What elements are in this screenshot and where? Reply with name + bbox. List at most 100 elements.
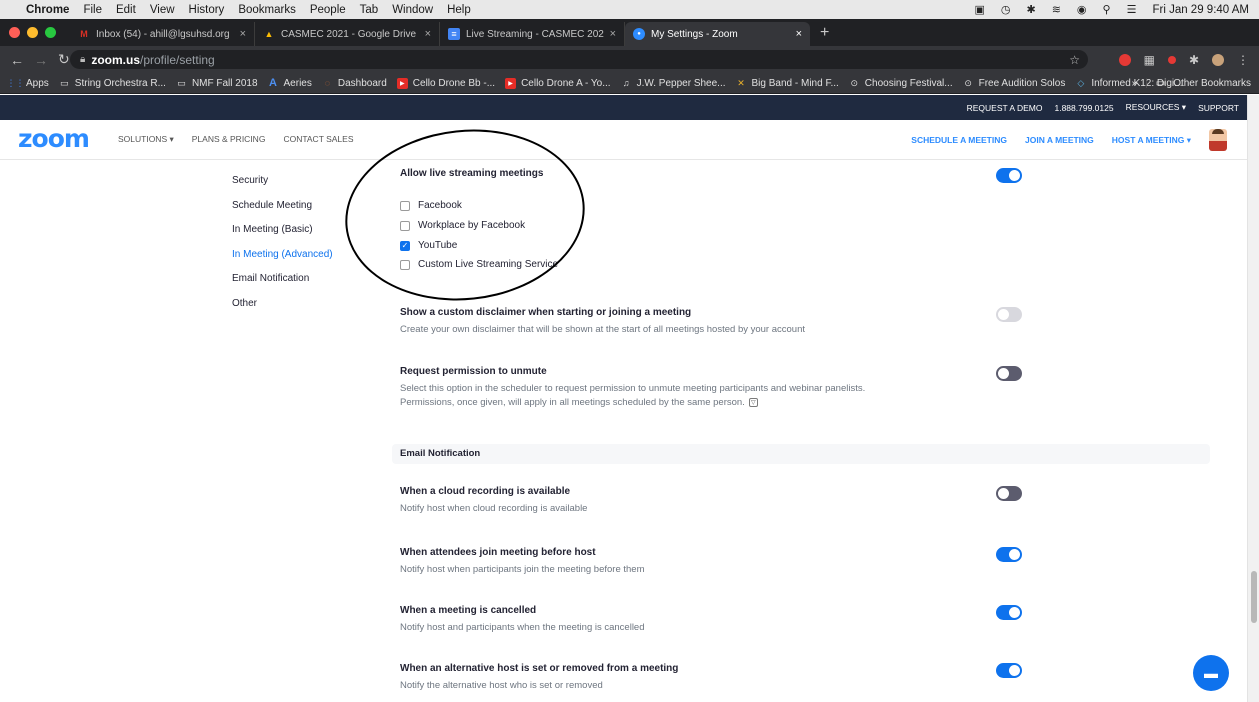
zoom-logo[interactable]: zoom xyxy=(18,124,90,153)
menu-bookmarks[interactable]: Bookmarks xyxy=(238,4,296,16)
workplace-option[interactable]: Workplace by Facebook xyxy=(400,220,525,231)
side-nav-schedule-meeting[interactable]: Schedule Meeting xyxy=(232,200,333,225)
live-streaming-title: Allow live streaming meetings xyxy=(400,168,544,179)
workplace-checkbox[interactable] xyxy=(400,220,410,231)
bookmark-apps[interactable]: ⋮⋮ Apps xyxy=(7,78,49,89)
extensions-puzzle-icon[interactable]: ✱ xyxy=(1189,53,1199,67)
other-bookmarks[interactable]: Other Bookmarks xyxy=(1173,78,1251,89)
tab-gmail[interactable]: M Inbox (54) - ahill@lgsuhsd.org × xyxy=(70,22,255,46)
bookmark-aeries[interactable]: A Aeries xyxy=(268,77,312,89)
user-icon[interactable]: ◉ xyxy=(1077,3,1087,16)
alternative-host-toggle[interactable] xyxy=(996,663,1022,678)
bookmark-choosing-festival[interactable]: ⊙ Choosing Festival... xyxy=(849,78,953,89)
time-machine-icon[interactable]: ◷ xyxy=(1001,3,1011,16)
close-tab-icon[interactable]: × xyxy=(240,28,246,40)
tab-google-doc[interactable]: ≡ Live Streaming - CASMEC 202 × xyxy=(440,22,625,46)
more-bookmarks-icon[interactable]: » xyxy=(1132,78,1138,89)
facebook-option[interactable]: Facebook xyxy=(400,200,462,211)
maximize-window-icon[interactable] xyxy=(45,27,56,38)
bookmark-dashboard[interactable]: ◌ Dashboard xyxy=(322,78,387,89)
join-meeting-link[interactable]: JOIN A MEETING xyxy=(1025,135,1094,145)
settings-side-nav: Security Schedule Meeting In Meeting (Ba… xyxy=(232,175,333,322)
wifi-icon[interactable]: ≋ xyxy=(1052,3,1061,16)
menu-help[interactable]: Help xyxy=(447,4,471,16)
join-before-host-toggle[interactable] xyxy=(996,547,1022,562)
reload-icon[interactable]: ↻ xyxy=(58,51,70,68)
info-icon[interactable]: ▽ xyxy=(748,397,758,407)
request-demo-link[interactable]: REQUEST A DEMO xyxy=(967,103,1043,113)
schedule-meeting-link[interactable]: SCHEDULE A MEETING xyxy=(911,135,1007,145)
menu-history[interactable]: History xyxy=(189,4,225,16)
globe-icon: ⊙ xyxy=(964,77,972,88)
page-scrollbar[interactable] xyxy=(1247,95,1259,702)
unmute-toggle[interactable] xyxy=(996,366,1022,381)
contact-sales-link[interactable]: CONTACT SALES xyxy=(283,134,353,145)
bookmark-jw-pepper[interactable]: ♫ J.W. Pepper Shee... xyxy=(621,78,726,89)
chat-button[interactable]: ▬ xyxy=(1193,655,1229,691)
record-extension-icon[interactable] xyxy=(1167,55,1176,64)
back-icon[interactable]: ← xyxy=(10,52,24,68)
side-nav-email-notification[interactable]: Email Notification xyxy=(232,273,333,298)
menu-people[interactable]: People xyxy=(310,4,346,16)
side-nav-in-meeting-advanced[interactable]: In Meeting (Advanced) xyxy=(232,249,333,274)
new-tab-icon[interactable]: + xyxy=(820,24,829,42)
close-tab-icon[interactable]: × xyxy=(796,28,802,40)
bookmark-folder-nmf[interactable]: ▭ NMF Fall 2018 xyxy=(176,77,257,89)
menu-edit[interactable]: Edit xyxy=(116,4,136,16)
bookmark-folder-string-orchestra[interactable]: ▭ String Orchestra R... xyxy=(59,78,166,89)
address-bar[interactable]: 🔒︎ zoom.us/profile/setting ☆ xyxy=(70,50,1088,69)
menu-window[interactable]: Window xyxy=(392,4,433,16)
bookmark-free-audition-solos[interactable]: ⊙ Free Audition Solos xyxy=(963,77,1066,89)
side-nav-in-meeting-basic[interactable]: In Meeting (Basic) xyxy=(232,224,333,249)
menu-file[interactable]: File xyxy=(83,4,102,16)
zoom-primary-nav: SOLUTIONS ▾ PLANS & PRICING CONTACT SALE… xyxy=(118,134,354,145)
bookmark-big-band[interactable]: ✕ Big Band - Mind F... xyxy=(736,78,839,89)
close-tab-icon[interactable]: × xyxy=(425,28,431,40)
control-center-icon[interactable]: ☰ xyxy=(1127,3,1137,16)
zoom-status-icon[interactable]: ▣ xyxy=(974,3,984,16)
plans-pricing-link[interactable]: PLANS & PRICING xyxy=(192,134,266,145)
menu-tab[interactable]: Tab xyxy=(360,4,379,16)
scrollbar-thumb[interactable] xyxy=(1251,571,1257,623)
youtube-option[interactable]: ✓ YouTube xyxy=(400,240,457,251)
support-link[interactable]: SUPPORT xyxy=(1198,103,1239,113)
close-tab-icon[interactable]: × xyxy=(610,28,616,40)
tab-zoom-settings[interactable]: ● My Settings - Zoom × xyxy=(625,22,810,46)
host-meeting-menu[interactable]: HOST A MEETING ▾ xyxy=(1112,135,1191,146)
folder-icon: ▭ xyxy=(177,77,186,88)
bluetooth-icon[interactable]: ✱ xyxy=(1026,3,1035,16)
menu-chrome[interactable]: Chrome xyxy=(26,4,69,16)
bookmark-cello-drone-bb[interactable]: ▶ Cello Drone Bb -... xyxy=(396,77,496,89)
bookmark-label: Cello Drone Bb -... xyxy=(412,77,496,89)
tab-google-drive[interactable]: ▲ CASMEC 2021 - Google Drive × xyxy=(255,22,440,46)
extension-grid-icon[interactable]: ▦ xyxy=(1144,53,1155,67)
extension-icon[interactable] xyxy=(1118,53,1131,66)
side-nav-security[interactable]: Security xyxy=(232,175,333,200)
side-nav-other[interactable]: Other xyxy=(232,298,333,323)
alternative-host-title: When an alternative host is set or remov… xyxy=(400,663,679,674)
facebook-checkbox[interactable] xyxy=(400,200,410,211)
custom-streaming-checkbox[interactable] xyxy=(400,259,410,270)
profile-avatar[interactable] xyxy=(1212,53,1224,66)
lock-icon[interactable]: 🔒︎ xyxy=(80,54,85,65)
youtube-checkbox[interactable]: ✓ xyxy=(400,240,410,251)
disclaimer-toggle[interactable] xyxy=(996,307,1022,322)
solutions-menu[interactable]: SOLUTIONS ▾ xyxy=(118,134,174,145)
phone-number[interactable]: 1.888.799.0125 xyxy=(1054,103,1113,113)
bookmark-star-icon[interactable]: ☆ xyxy=(1069,53,1080,67)
menu-view[interactable]: View xyxy=(150,4,175,16)
minimize-window-icon[interactable] xyxy=(27,27,38,38)
close-window-icon[interactable] xyxy=(9,27,20,38)
spotlight-search-icon[interactable]: ⚲ xyxy=(1103,3,1111,16)
live-streaming-toggle[interactable] xyxy=(996,168,1022,183)
resources-menu[interactable]: RESOURCES ▾ xyxy=(1126,102,1186,113)
user-avatar[interactable] xyxy=(1209,129,1227,151)
meeting-cancelled-toggle[interactable] xyxy=(996,605,1022,620)
cloud-recording-toggle[interactable] xyxy=(996,486,1022,501)
forward-icon[interactable]: → xyxy=(34,52,48,68)
bookmark-cello-drone-a[interactable]: ▶ Cello Drone A - Yo... xyxy=(505,77,611,89)
chrome-menu-icon[interactable]: ⋮ xyxy=(1237,53,1249,67)
custom-streaming-option[interactable]: Custom Live Streaming Service xyxy=(400,259,558,270)
bookmark-label: Free Audition Solos xyxy=(978,77,1066,89)
clock[interactable]: Fri Jan 29 9:40 AM xyxy=(1152,4,1249,16)
